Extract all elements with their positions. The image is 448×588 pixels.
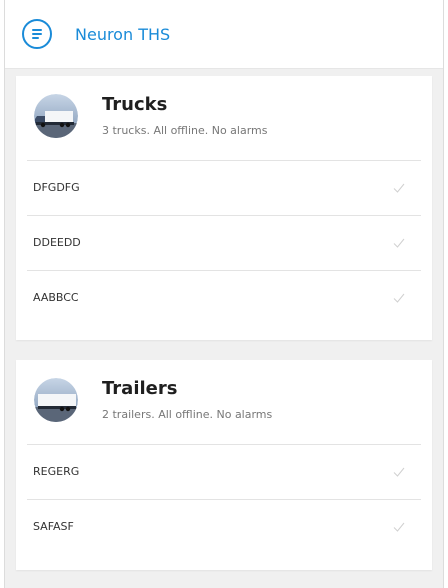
item-label: AABBCC (33, 291, 79, 304)
check-icon (393, 467, 405, 477)
trailers-summary: 2 trailers. All offline. No alarms (102, 408, 273, 421)
list-item[interactable]: AABBCC (27, 271, 421, 326)
check-icon (393, 183, 405, 193)
top-bar: Neuron THS (5, 0, 443, 69)
trucks-card: Trucks 3 trucks. All offline. No alarms … (16, 76, 432, 340)
list-item[interactable]: DDEEDD (27, 216, 421, 271)
trucks-summary: 3 trucks. All offline. No alarms (102, 124, 268, 137)
item-label: REGERG (33, 465, 80, 478)
app-title: Neuron THS (75, 24, 171, 44)
trailers-header[interactable]: Trailers 2 trailers. All offline. No ala… (27, 360, 421, 445)
trailers-card: Trailers 2 trailers. All offline. No ala… (16, 360, 432, 570)
check-icon (393, 293, 405, 303)
trucks-header[interactable]: Trucks 3 trucks. All offline. No alarms (27, 76, 421, 161)
app-window: Neuron THS Trucks 3 trucks. All offline.… (4, 0, 444, 588)
trailer-icon (34, 378, 78, 422)
list-item[interactable]: DFGDFG (27, 161, 421, 216)
check-icon (393, 522, 405, 532)
truck-icon (34, 94, 78, 138)
trailers-title: Trailers (102, 378, 178, 399)
menu-icon[interactable] (22, 19, 52, 49)
trucks-title: Trucks (102, 94, 168, 115)
check-icon (393, 238, 405, 248)
list-item[interactable]: REGERG (27, 445, 421, 500)
list-item[interactable]: SAFASF (27, 500, 421, 555)
item-label: SAFASF (33, 520, 74, 533)
item-label: DFGDFG (33, 181, 80, 194)
item-label: DDEEDD (33, 236, 81, 249)
